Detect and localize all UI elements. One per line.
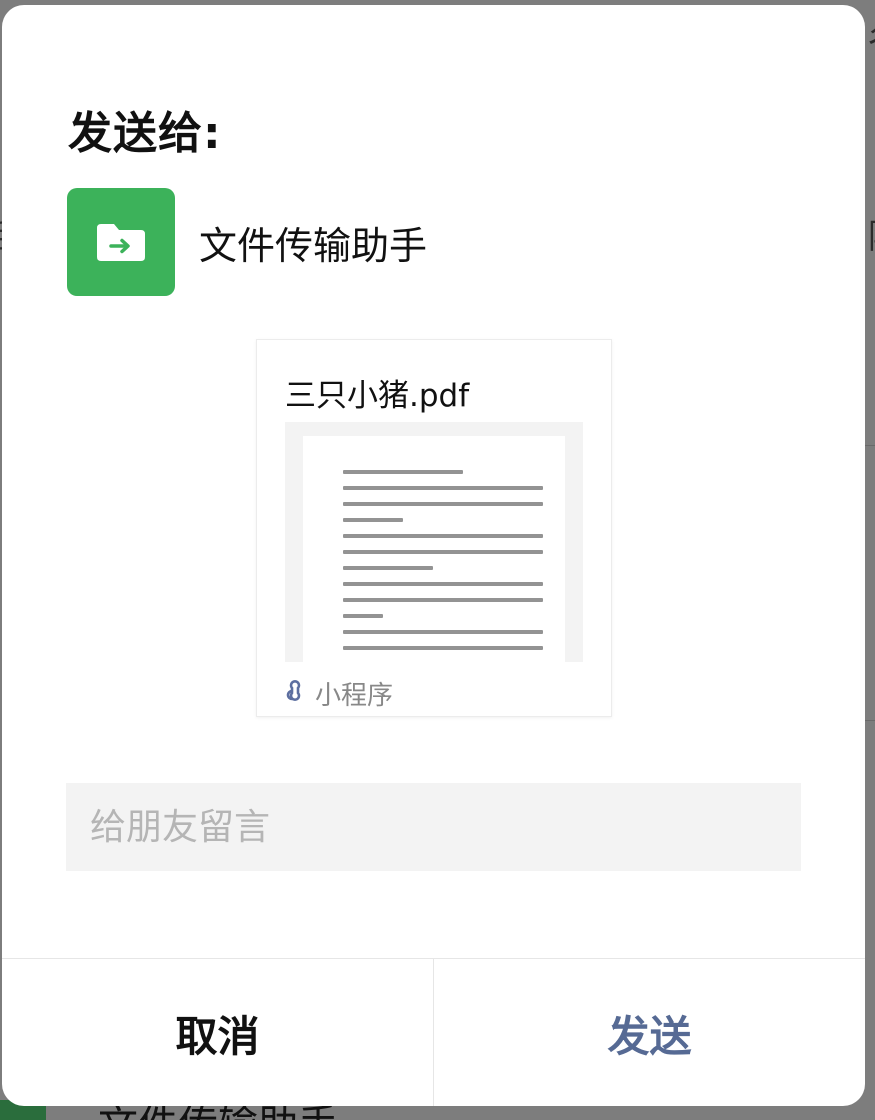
folder-transfer-icon	[67, 188, 175, 296]
dialog-button-row: 取消 发送	[2, 958, 865, 1106]
shared-file-card: 三只小猪.pdf 小程序	[256, 339, 612, 717]
shared-file-title: 三只小猪.pdf	[285, 378, 470, 414]
document-preview	[285, 422, 583, 662]
cancel-button[interactable]: 取消	[2, 959, 434, 1106]
document-page	[303, 436, 565, 662]
background-text-fragment: 谷	[868, 24, 875, 58]
mini-program-icon	[283, 679, 307, 708]
card-footer: 小程序	[283, 675, 393, 712]
background-text-fragment: 阿	[868, 220, 875, 254]
recipient-name: 文件传输助手	[199, 223, 428, 268]
send-button[interactable]: 发送	[434, 959, 865, 1106]
message-input[interactable]	[66, 783, 801, 871]
recipient: 文件传输助手	[67, 188, 427, 296]
background-divider	[865, 720, 875, 721]
share-dialog: 发送给: 文件传输助手 三只小猪.pdf 小程序 给朋友留言 取消 发送	[2, 5, 865, 1106]
background-divider	[865, 445, 875, 446]
dialog-title: 发送给:	[68, 108, 222, 159]
mini-program-label: 小程序	[315, 681, 394, 711]
